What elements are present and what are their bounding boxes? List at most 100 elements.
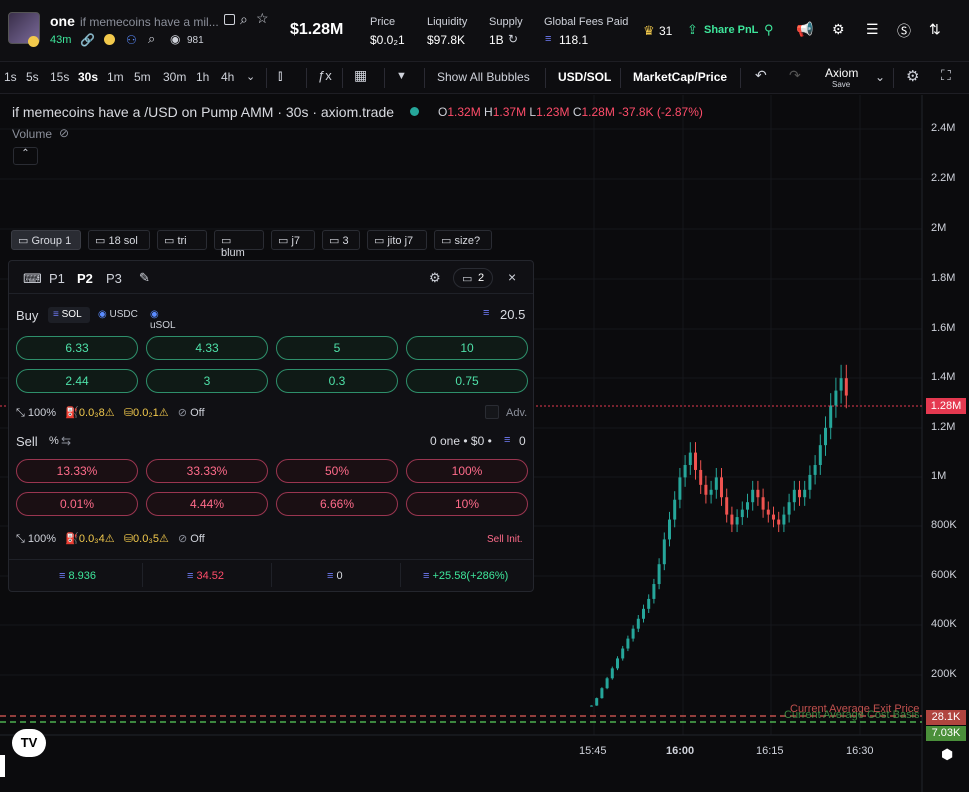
settings-icon[interactable]: ⚙ xyxy=(832,21,845,38)
sell-priority-icon: ⛽ xyxy=(65,533,79,545)
sell-amount-button-4[interactable]: 0.01% xyxy=(16,492,138,516)
refresh-icon[interactable]: ↻ xyxy=(508,32,518,46)
buy-amount-button-4[interactable]: 2.44 xyxy=(16,369,138,393)
link-icon[interactable]: 🔗 xyxy=(80,33,95,47)
chart-settings-icon[interactable]: ⚙ xyxy=(906,67,919,85)
buy-amount-button-1[interactable]: 4.33 xyxy=(146,336,268,360)
timeframe-15s[interactable]: 15s xyxy=(50,70,69,84)
timeframe-30m[interactable]: 30m xyxy=(163,70,186,84)
liquidity-value: $97.8K xyxy=(427,33,466,47)
holders-icon[interactable]: ⚇ xyxy=(126,33,137,47)
chart-bottom-settings-icon[interactable]: ⬢ xyxy=(941,746,953,763)
layout-name[interactable]: Axiom xyxy=(825,66,858,80)
tab-p1[interactable]: P1 xyxy=(49,271,65,286)
buy-amount-button-6[interactable]: 0.3 xyxy=(276,369,398,393)
sell-amount-button-3[interactable]: 100% xyxy=(406,459,528,483)
mode-toggle[interactable]: MarketCap/Price xyxy=(633,70,727,84)
sell-init-button[interactable]: Sell Init. xyxy=(487,534,523,545)
preset-3[interactable]: ▭ blum xyxy=(214,230,264,259)
sell-unit-toggle[interactable]: % xyxy=(49,435,59,447)
candle-body xyxy=(839,378,843,391)
search-token-icon[interactable]: ⌕ xyxy=(148,31,155,47)
buy-amount-button-5[interactable]: 3 xyxy=(146,369,268,393)
search-icon[interactable]: ⌕ xyxy=(240,11,248,28)
preset-7[interactable]: ▭ size? xyxy=(434,230,492,250)
sell-label: Sell xyxy=(16,434,38,449)
candle-body xyxy=(642,608,645,619)
edit-icon[interactable]: ✎ xyxy=(139,270,150,286)
currency-usol[interactable]: ◉ uSOL xyxy=(145,307,187,331)
preset-6[interactable]: ▭ jito j7 xyxy=(367,230,427,250)
candles-icon[interactable]: ⫾ xyxy=(278,67,282,84)
hide-eye-icon[interactable]: ⊘ xyxy=(59,126,69,140)
share-icon[interactable]: ⇪ xyxy=(687,22,698,38)
left-edge-handle[interactable] xyxy=(0,755,5,777)
timeframe-1h[interactable]: 1h xyxy=(196,70,209,84)
chart-title: if memecoins have a /USD on Pump AMM · 3… xyxy=(12,104,395,120)
candle-body xyxy=(735,517,739,525)
advanced-checkbox[interactable] xyxy=(485,405,499,419)
currency-usdc[interactable]: ◉ USDC xyxy=(93,307,143,323)
tab-p2[interactable]: P2 xyxy=(77,271,93,286)
close-icon[interactable]: × xyxy=(508,269,516,285)
layout-dropdown-icon[interactable]: ⌄ xyxy=(875,70,885,84)
save-label[interactable]: Save xyxy=(832,80,850,89)
candle-body xyxy=(673,499,677,520)
sell-amount-button-0[interactable]: 13.33% xyxy=(16,459,138,483)
timeframe-1s[interactable]: 1s xyxy=(4,70,17,84)
buy-amount-button-2[interactable]: 5 xyxy=(276,336,398,360)
collapse-button[interactable]: ⌃ xyxy=(13,147,38,165)
copy-icon[interactable] xyxy=(224,14,235,25)
holding-stat: ≡ 0 xyxy=(327,570,343,582)
swap-icon[interactable]: ⇅ xyxy=(929,21,941,38)
show-bubbles-button[interactable]: Show All Bubbles xyxy=(437,70,530,84)
panel-settings-icon[interactable]: ⚙ xyxy=(429,270,441,286)
preset-2[interactable]: ▭ tri xyxy=(157,230,207,250)
layout-icon[interactable]: ▦ xyxy=(354,67,367,84)
tradingview-logo[interactable]: TV xyxy=(12,729,46,757)
preset-5[interactable]: ▭ 3 xyxy=(322,230,360,250)
preset-4[interactable]: ▭ j7 xyxy=(271,230,315,250)
sell-amount-button-7[interactable]: 10% xyxy=(406,492,528,516)
dollar-icon[interactable]: Ⓢ xyxy=(897,21,911,41)
supply-label: Supply xyxy=(489,16,523,28)
fullscreen-icon[interactable]: ⛶ xyxy=(941,67,951,84)
sell-settings-row[interactable]: ⤡ 100% ⛽0.0₃4⚠ ⛁0.0₃5⚠ ⊘ Off xyxy=(16,532,205,546)
preset-1[interactable]: ▭ 18 sol xyxy=(88,230,150,250)
folder-icon: ▭ xyxy=(329,235,343,247)
currency-sol[interactable]: ≡ SOL xyxy=(48,307,90,323)
timeframe-1m[interactable]: 1m xyxy=(107,70,124,84)
buy-amount-button-0[interactable]: 6.33 xyxy=(16,336,138,360)
timeframe-30s[interactable]: 30s xyxy=(78,70,98,84)
tab-p3[interactable]: P3 xyxy=(106,271,122,286)
timeframe-5s[interactable]: 5s xyxy=(26,70,39,84)
pin-icon[interactable]: ⚲ xyxy=(764,22,774,38)
preset-0[interactable]: ▭ Group 1 xyxy=(11,230,81,250)
star-icon[interactable]: ☆ xyxy=(256,10,269,27)
timeframe-dropdown-icon[interactable]: ⌄ xyxy=(246,70,255,83)
coin-icon[interactable] xyxy=(104,34,115,45)
megaphone-icon[interactable]: 📢 xyxy=(796,21,813,38)
share-pnl-button[interactable]: Share PnL xyxy=(704,24,758,36)
undo-icon[interactable]: ↶ xyxy=(755,67,767,84)
sell-amount-button-1[interactable]: 33.33% xyxy=(146,459,268,483)
candle-body xyxy=(626,638,630,649)
indicators-button[interactable]: ƒx xyxy=(318,68,332,83)
candle-body xyxy=(756,489,760,498)
redo-icon[interactable]: ↷ xyxy=(789,67,801,84)
wallet-selector[interactable]: ▭ 2 xyxy=(453,268,493,288)
timeframe-5m[interactable]: 5m xyxy=(134,70,151,84)
swap-unit-icon[interactable]: ⇆ xyxy=(61,434,71,448)
sell-amount-button-6[interactable]: 6.66% xyxy=(276,492,398,516)
price-axis-label: 800K xyxy=(931,519,957,531)
sell-amount-button-5[interactable]: 4.44% xyxy=(146,492,268,516)
list-icon[interactable]: ☰ xyxy=(866,21,879,38)
buy-amount-button-7[interactable]: 0.75 xyxy=(406,369,528,393)
more-dropdown-icon[interactable]: ▼ xyxy=(396,70,407,82)
buy-settings-row[interactable]: ⤡ 100% ⛽0.0₃8⚠ ⛁0.0₂1⚠ ⊘ Off xyxy=(16,406,205,420)
pair-toggle[interactable]: USD/SOL xyxy=(558,70,611,84)
timeframe-4h[interactable]: 4h xyxy=(221,70,234,84)
keyboard-icon[interactable]: ⌨ xyxy=(23,271,42,287)
sell-amount-button-2[interactable]: 50% xyxy=(276,459,398,483)
buy-amount-button-3[interactable]: 10 xyxy=(406,336,528,360)
